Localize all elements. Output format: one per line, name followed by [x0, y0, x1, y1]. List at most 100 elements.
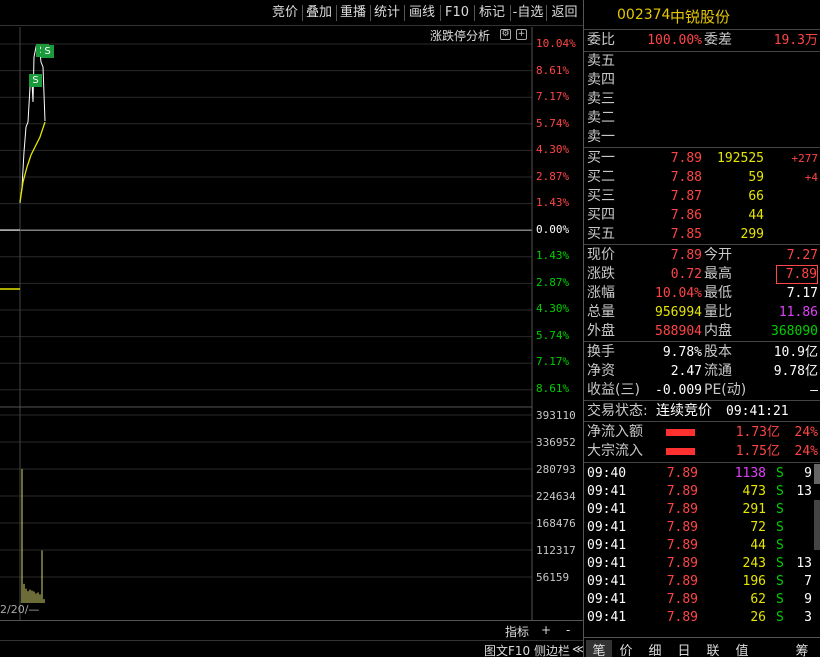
toolbar-bid-button[interactable]: 竞价 — [268, 3, 302, 23]
tick-price: 7.89 — [666, 520, 698, 535]
buy-level-row[interactable]: 买三 7.87 66 — [584, 187, 820, 206]
tab-daily[interactable]: 日 — [671, 640, 697, 657]
toolbar-overlay-button[interactable]: 叠加 — [302, 3, 336, 23]
tick-row[interactable]: 09:41 7.89 196 S 7 — [584, 572, 820, 591]
expand-icon[interactable]: + — [516, 29, 527, 40]
tick-side: S — [776, 610, 784, 625]
tick-time: 09:41 — [587, 574, 627, 589]
divider — [584, 421, 820, 422]
eps-label: 收益(三) — [587, 382, 640, 398]
intraday-chart[interactable]: 涨跌停分析 ⚙ + S S S 10.04% 8.61% 7.17% 5.74%… — [0, 27, 583, 637]
tick-time: 09:40 — [587, 466, 627, 481]
tab-linked[interactable]: 联 — [700, 640, 726, 657]
buy-price: 7.87 — [670, 189, 702, 204]
buy-change: +4 — [804, 171, 818, 184]
settings-icon[interactable]: ⚙ — [500, 29, 511, 40]
buy-level-row[interactable]: 买一 7.89 192525 +277 — [584, 149, 820, 168]
sell-level-row[interactable]: 卖二 — [584, 109, 820, 128]
pe-value: — — [810, 383, 818, 398]
tab-chips[interactable]: 筹 — [789, 640, 815, 657]
scrollbar-thumb[interactable] — [814, 464, 820, 484]
change-pct-label: 涨幅 — [587, 285, 615, 301]
high-label: 最高 — [704, 266, 732, 282]
buy-volume: 192525 — [717, 151, 764, 166]
axis-label-down: 8.61% — [536, 382, 570, 395]
sell-marker-icon[interactable]: S — [29, 74, 42, 87]
quote-row: 涨跌 0.72 最高 7.89 — [584, 265, 820, 284]
change-pct-value: 10.04% — [655, 286, 702, 301]
block-inflow-value: 1.75亿 — [735, 444, 780, 459]
tick-row[interactable]: 09:41 7.89 44 S — [584, 536, 820, 555]
sell-level-row[interactable]: 卖四 — [584, 71, 820, 90]
axis-label-up: 5.74% — [536, 117, 570, 130]
tick-row[interactable]: 09:41 7.89 473 S 13 — [584, 482, 820, 501]
buy-price: 7.89 — [670, 151, 702, 166]
tick-row[interactable]: 09:41 7.89 26 S 3 — [584, 608, 820, 627]
tick-price: 7.89 — [666, 538, 698, 553]
toolbar-stats-button[interactable]: 统计 — [370, 3, 404, 23]
tab-value[interactable]: 值 — [729, 640, 755, 657]
block-inflow-pct: 24% — [794, 444, 818, 459]
tick-side: S — [776, 520, 784, 535]
zoom-out-button[interactable]: - — [566, 623, 570, 637]
buy-level-row[interactable]: 买二 7.88 59 +4 — [584, 168, 820, 187]
toolbar-draw-button[interactable]: 画线 — [404, 3, 440, 23]
stock-name[interactable]: 中锐股份 — [670, 6, 730, 27]
tick-count: 13 — [796, 556, 812, 571]
tick-side: S — [776, 502, 784, 517]
toolbar-back-button[interactable]: 返回 — [546, 3, 583, 23]
order-diff-value: 19.3万 — [773, 33, 818, 48]
f10-link[interactable]: 图文F10 — [484, 642, 530, 657]
sell-level-row[interactable]: 卖三 — [584, 90, 820, 109]
sidebar-link[interactable]: 侧边栏 — [534, 642, 570, 657]
sell-level-row[interactable]: 卖一 — [584, 128, 820, 147]
tick-row[interactable]: 09:40 7.89 1138 S 9 — [584, 464, 820, 483]
tick-side: S — [776, 592, 784, 607]
net-inflow-value: 1.73亿 — [735, 425, 780, 440]
tick-price: 7.89 — [666, 502, 698, 517]
sell-level-label: 卖四 — [587, 72, 615, 88]
tick-row[interactable]: 09:41 7.89 291 S — [584, 500, 820, 519]
tick-time: 09:41 — [587, 484, 627, 499]
toolbar-watchlist-button[interactable]: -自选 — [510, 3, 546, 23]
toolbar-replay-button[interactable]: 重播 — [336, 3, 370, 23]
outer-volume-value: 588904 — [655, 324, 702, 339]
indicator-button[interactable]: 指标 — [505, 623, 529, 640]
tick-time: 09:41 — [587, 592, 627, 607]
toolbar-f10-button[interactable]: F10 — [440, 3, 474, 23]
fundamentals-row: 收益(三) -0.009 PE(动) — — [584, 381, 820, 400]
sell-level-row[interactable]: 卖五 — [584, 52, 820, 71]
buy-level-row[interactable]: 买五 7.85 299 — [584, 225, 820, 244]
tab-price[interactable]: 价 — [613, 640, 639, 657]
tick-row[interactable]: 09:41 7.89 62 S 9 — [584, 590, 820, 609]
fundamentals-row: 净资 2.47 流通 9.78亿 — [584, 362, 820, 381]
toolbar-mark-button[interactable]: 标记 — [474, 3, 510, 23]
buy-price: 7.85 — [670, 227, 702, 242]
zoom-in-button[interactable]: + — [541, 623, 551, 637]
buy-volume: 299 — [740, 227, 764, 242]
tick-volume: 44 — [750, 538, 766, 553]
tick-row[interactable]: 09:41 7.89 72 S — [584, 518, 820, 537]
sell-marker-icon[interactable]: S — [41, 45, 54, 58]
sell-level-label: 卖五 — [587, 53, 615, 69]
tick-time: 09:41 — [587, 502, 627, 517]
tick-count: 3 — [804, 610, 812, 625]
tick-time: 09:41 — [587, 520, 627, 535]
volume-axis-label: 336952 — [536, 436, 576, 449]
tab-detail[interactable]: 细 — [642, 640, 668, 657]
tab-trades[interactable]: 笔 — [586, 640, 612, 657]
quote-row: 现价 7.89 今开 7.27 — [584, 246, 820, 265]
buy-level-row[interactable]: 买四 7.86 44 — [584, 206, 820, 225]
tick-volume: 1138 — [734, 466, 766, 481]
net-assets-label: 净资 — [587, 363, 615, 379]
outer-volume-label: 外盘 — [587, 323, 615, 339]
net-inflow-label: 净流入额 — [587, 424, 643, 440]
limit-analysis-title[interactable]: 涨跌停分析 — [430, 27, 490, 44]
tick-row[interactable]: 09:41 7.89 243 S 13 — [584, 554, 820, 573]
chart-toolbar: 竞价 叠加 重播 统计 画线 F10 标记 -自选 返回 — [0, 0, 583, 26]
bottom-strip: 图文F10 侧边栏 ≪ — [0, 640, 585, 657]
date-label: 2/20/— — [0, 603, 40, 616]
scrollbar-track[interactable] — [814, 500, 820, 550]
buy-level-label: 买二 — [587, 169, 615, 185]
tick-time: 09:41 — [587, 610, 627, 625]
